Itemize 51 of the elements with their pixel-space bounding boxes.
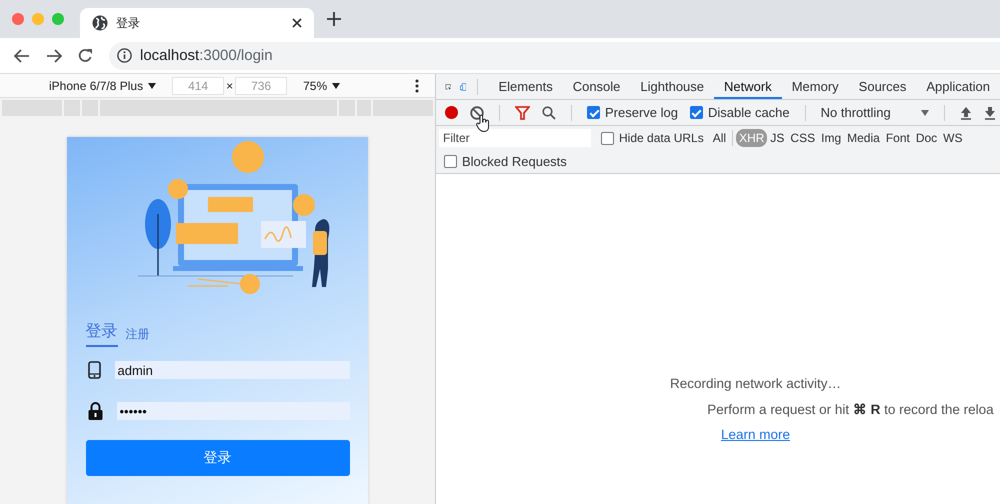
- login-button[interactable]: 登录: [86, 440, 350, 476]
- type-filter-button[interactable]: Font: [882, 129, 913, 147]
- globe-icon: [92, 15, 108, 31]
- phone-icon: [88, 361, 100, 379]
- record-button[interactable]: [445, 106, 458, 119]
- type-filter-button[interactable]: Doc: [912, 129, 940, 147]
- forward-icon[interactable]: [46, 48, 62, 62]
- download-icon[interactable]: [984, 106, 996, 120]
- type-filter-button[interactable]: CSS: [787, 129, 818, 147]
- devtools-tab[interactable]: Elements: [488, 74, 563, 99]
- disable-cache-checkbox[interactable]: Disable cache: [690, 105, 790, 120]
- devtools-tab[interactable]: Sources: [848, 74, 916, 99]
- type-filter-button[interactable]: Media: [844, 129, 883, 147]
- type-filter-button[interactable]: WS: [940, 129, 966, 147]
- password-field[interactable]: ••••••: [116, 402, 350, 420]
- tab-title: 登录: [116, 14, 141, 32]
- new-tab-icon[interactable]: [327, 12, 341, 26]
- devtools-tab[interactable]: Lighthouse: [630, 74, 714, 99]
- devtools-tab[interactable]: Console: [562, 74, 630, 99]
- close-tab-icon[interactable]: [292, 18, 302, 28]
- devtools-tab[interactable]: Memory: [782, 74, 849, 99]
- browser-tab[interactable]: 登录: [80, 8, 314, 38]
- url-text: localhost:3000/login: [140, 47, 273, 64]
- times-sign: ×: [226, 78, 234, 92]
- empty-state-hint: Perform a request or hit ⌘ R to record the reloa: [706, 401, 994, 417]
- type-filter-button[interactable]: Img: [818, 129, 844, 147]
- hide-data-urls-checkbox[interactable]: Hide data URLs: [601, 131, 704, 145]
- devtools-tab[interactable]: Application: [916, 74, 1000, 99]
- type-filter-button[interactable]: All: [710, 129, 730, 147]
- clear-icon[interactable]: [470, 106, 484, 120]
- filter-icon[interactable]: [515, 106, 530, 120]
- more-options-icon[interactable]: [415, 78, 419, 92]
- preserve-log-checkbox[interactable]: Preserve log: [587, 105, 678, 120]
- filter-field[interactable]: Filter: [439, 129, 591, 147]
- lock-icon: [88, 402, 102, 420]
- address-bar[interactable]: localhost:3000/login: [109, 42, 1000, 70]
- back-icon[interactable]: [14, 48, 30, 62]
- device-dropdown[interactable]: iPhone 6/7/8 Plus: [49, 78, 156, 92]
- caret-icon: [332, 82, 340, 88]
- username-field[interactable]: admin: [114, 361, 350, 379]
- caret-icon: [148, 82, 156, 88]
- learn-more-link[interactable]: Learn more: [720, 427, 790, 442]
- reload-icon[interactable]: [78, 48, 93, 63]
- upload-icon[interactable]: [960, 106, 972, 120]
- type-filter-button[interactable]: JS: [767, 129, 788, 147]
- info-icon: [117, 48, 132, 63]
- blocked-requests-checkbox[interactable]: Blocked Requests: [444, 154, 567, 169]
- throttling-dropdown[interactable]: No throttling: [820, 105, 929, 120]
- empty-state-title: Recording network activity…: [670, 376, 842, 391]
- search-icon[interactable]: [542, 106, 556, 120]
- zoom-dropdown[interactable]: 75%: [303, 78, 340, 92]
